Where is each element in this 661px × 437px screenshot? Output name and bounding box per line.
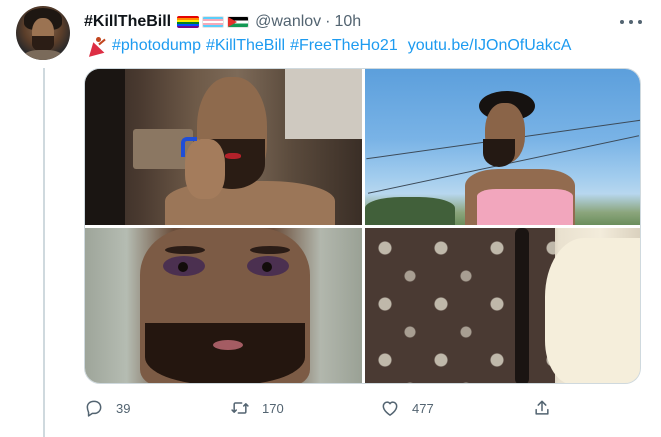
photo-1-lips: [225, 153, 241, 159]
retweet-icon: [231, 402, 249, 414]
media-grid: [84, 68, 641, 384]
photo-3-lips: [213, 340, 243, 350]
photo-1-fridge: [285, 69, 362, 139]
heart-icon: [382, 401, 398, 416]
photo-3-brow: [165, 246, 205, 254]
youtube-link[interactable]: youtu.be/IJOnOfUakcA: [408, 37, 572, 55]
hashtag-killthebill[interactable]: #KillTheBill: [206, 37, 285, 55]
reply-count: 39: [116, 400, 131, 416]
woman-dancing-icon: [84, 36, 106, 57]
share-icon: [535, 400, 549, 415]
avatar-body: [22, 50, 64, 60]
photo-1-door: [85, 69, 125, 225]
photo-4[interactable]: [365, 228, 640, 383]
share-button[interactable]: [532, 396, 552, 420]
more-icon[interactable]: [620, 12, 642, 32]
photo-2[interactable]: [365, 69, 640, 225]
transgender-flag-icon: [202, 16, 225, 28]
more-dot: [620, 20, 624, 24]
retweet-button[interactable]: 170: [230, 396, 284, 420]
like-count: 477: [412, 400, 434, 416]
palestine-flag-icon: [227, 16, 250, 28]
photo-3-pupil: [262, 262, 272, 272]
like-button[interactable]: 477: [380, 396, 434, 420]
photo-1-nails: [181, 137, 197, 157]
handle[interactable]: @wanlov: [255, 13, 321, 31]
tweet-text: #photodump #KillTheBill #FreeTheHo21 you…: [84, 36, 572, 57]
separator-dot: ·: [325, 13, 331, 30]
photo-3-brow: [250, 246, 290, 254]
timestamp[interactable]: 10h: [335, 13, 362, 31]
photo-2-beard: [483, 139, 515, 167]
photo-1[interactable]: [85, 69, 362, 225]
tweet-actions: 39 170 477: [84, 396, 641, 420]
photo-2-dress: [477, 189, 573, 225]
hashtag-freetheho21[interactable]: #FreeTheHo21: [290, 37, 398, 55]
reply-button[interactable]: 39: [84, 396, 130, 420]
photo-4-braid: [515, 228, 529, 383]
photo-3[interactable]: [85, 228, 362, 383]
tweet-header: #KillTheBill @wanlov · 10h: [84, 10, 361, 34]
more-dot: [638, 20, 642, 24]
photo-2-trees: [365, 197, 455, 225]
display-name[interactable]: #KillTheBill: [84, 13, 171, 31]
more-dot: [629, 20, 633, 24]
photo-3-beard: [145, 323, 305, 383]
reply-icon: [86, 400, 102, 417]
photo-4-ruffle: [545, 238, 640, 383]
rainbow-pride-flag-icon: [177, 16, 200, 28]
photo-3-pupil: [178, 262, 188, 272]
retweet-count: 170: [262, 400, 284, 416]
avatar[interactable]: [16, 6, 70, 60]
hashtag-photodump[interactable]: #photodump: [112, 37, 201, 55]
thread-line: [43, 68, 45, 437]
